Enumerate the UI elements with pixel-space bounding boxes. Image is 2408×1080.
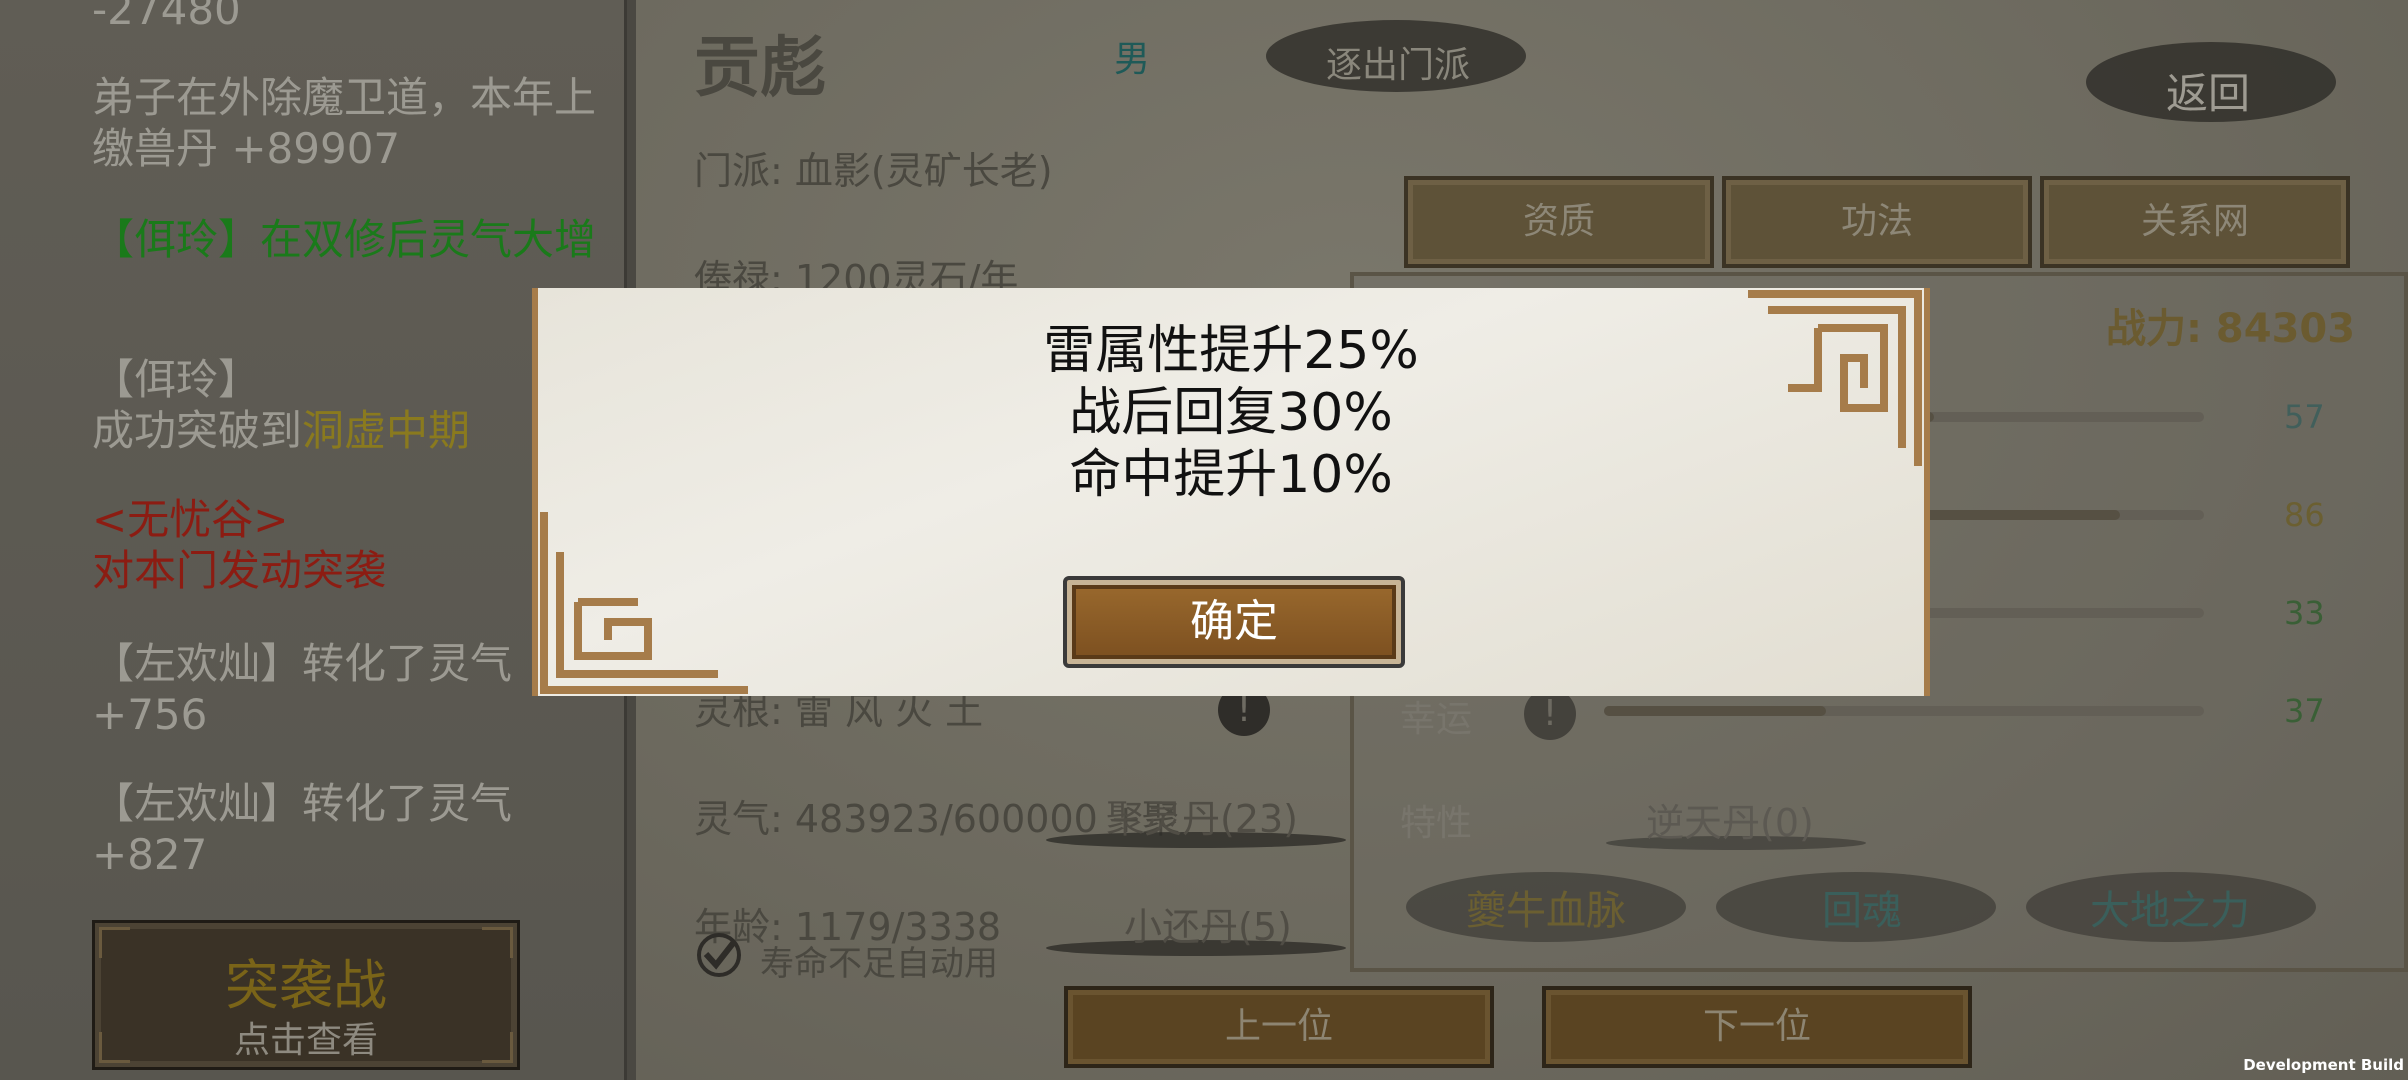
sect-info: 门派: 血影(灵矿长老) (694, 149, 1053, 193)
log-entry: 【佴玲】在双修后灵气大增 (92, 215, 597, 264)
auto-use-label: 寿命不足自动用 (760, 944, 998, 984)
dialog-line: 雷属性提升25% (1043, 321, 1419, 381)
dialog-line: 命中提升10% (1069, 445, 1393, 505)
confirm-button[interactable]: 确定 (1063, 576, 1405, 668)
corner-fret-ornament (540, 512, 748, 694)
tab-techniques[interactable]: 功法 (1722, 176, 2032, 268)
character-name: 贡彪 (694, 29, 826, 106)
tab-aptitude[interactable]: 资质 (1404, 176, 1714, 268)
prev-character-button[interactable]: 上一位 (1064, 986, 1494, 1068)
next-character-button[interactable]: 下一位 (1542, 986, 1972, 1068)
gender-label: 男 (1114, 39, 1151, 80)
raid-battle-title: 突袭战 (225, 954, 387, 1017)
dev-build-label: Development Build (2243, 1056, 2404, 1074)
expel-button[interactable]: 逐出门派 (1326, 36, 1470, 88)
log-entry: -27480 (92, 0, 241, 34)
log-entry-prefix: 成功突破到 (92, 406, 303, 455)
checkmark-icon (697, 933, 741, 977)
log-entry-highlight: 洞虚中期 (302, 406, 471, 455)
pill-juling-button[interactable]: 聚灵丹(23) (1106, 788, 1298, 843)
log-entry-value: +756 (92, 690, 208, 739)
dialog-line: 战后回复30% (1069, 383, 1393, 443)
log-entry: 弟子在外除魔卫道，本年上缴兽丹 +89907 (92, 73, 597, 173)
raid-battle-subtitle: 点击查看 (233, 1020, 378, 1061)
auto-use-checkbox[interactable] (696, 932, 742, 978)
log-entry: 【左欢灿】转化了灵气 +827 (92, 778, 612, 880)
log-entry-value: +827 (92, 830, 208, 879)
dialog-message: 雷属性提升25% 战后回复30% 命中提升10% (538, 320, 1924, 506)
back-button[interactable]: 返回 (2166, 60, 2250, 121)
pill-xiaohuan-button[interactable]: 小还丹(5) (1124, 896, 1292, 951)
raid-battle-button[interactable]: 突袭战 点击查看 (92, 920, 520, 1070)
log-entry-text: 【左欢灿】转化了灵气 (92, 779, 513, 828)
buff-info-dialog: 雷属性提升25% 战后回复30% 命中提升10% 确定 (532, 288, 1930, 696)
tab-relations[interactable]: 关系网 (2040, 176, 2350, 268)
